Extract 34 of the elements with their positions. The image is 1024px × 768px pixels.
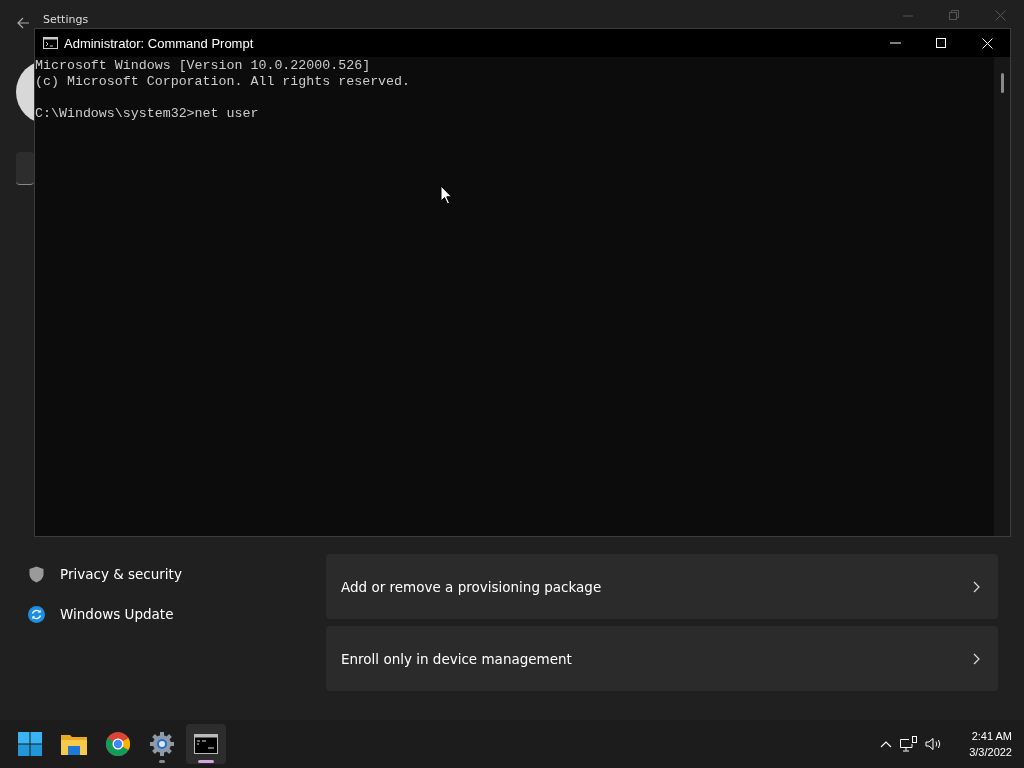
mouse-pointer-icon (440, 185, 453, 205)
running-indicator (159, 760, 165, 763)
terminal-icon (194, 734, 218, 754)
sidebar-item[interactable]: Windows Update (0, 594, 310, 634)
chevron-up-icon[interactable] (880, 740, 893, 748)
console-prompt: C:\Windows\system32>net user (35, 106, 259, 122)
gear-icon (150, 732, 174, 756)
scrollbar-thumb[interactable] (1000, 73, 1004, 93)
window-title: Settings (43, 13, 89, 26)
scrollbar[interactable] (994, 57, 1010, 536)
settings-card[interactable]: Enroll only in device management (326, 626, 998, 691)
window-title: Administrator: Command Prompt (64, 35, 255, 51)
maximize-icon (936, 38, 946, 48)
chevron-right-icon (973, 580, 980, 593)
clock-date[interactable]: 3/3/2022 (969, 744, 1012, 760)
minimize-icon (889, 42, 901, 44)
back-arrow-icon[interactable] (17, 17, 30, 29)
chevron-right-icon (973, 652, 980, 665)
clock-time[interactable]: 2:41 AM (971, 728, 1012, 744)
console-line: (c) Microsoft Corporation. All rights reserved. (35, 74, 411, 90)
start-icon (18, 732, 42, 756)
settings-card[interactable]: Add or remove a provisioning package (326, 554, 998, 619)
command-prompt-icon (43, 37, 58, 49)
console-line: Microsoft Windows [Version 10.0.22000.526] (35, 58, 371, 74)
shield-icon (28, 565, 45, 583)
search-field[interactable] (16, 152, 34, 185)
taskbar-app[interactable] (186, 724, 226, 764)
active-indicator (198, 760, 214, 763)
sidebar-item[interactable]: Privacy & security (0, 554, 310, 594)
close-icon (981, 37, 993, 49)
update-icon (28, 605, 45, 623)
network-icon[interactable] (900, 736, 918, 752)
browser-icon (106, 732, 130, 756)
folder-icon (61, 733, 87, 755)
